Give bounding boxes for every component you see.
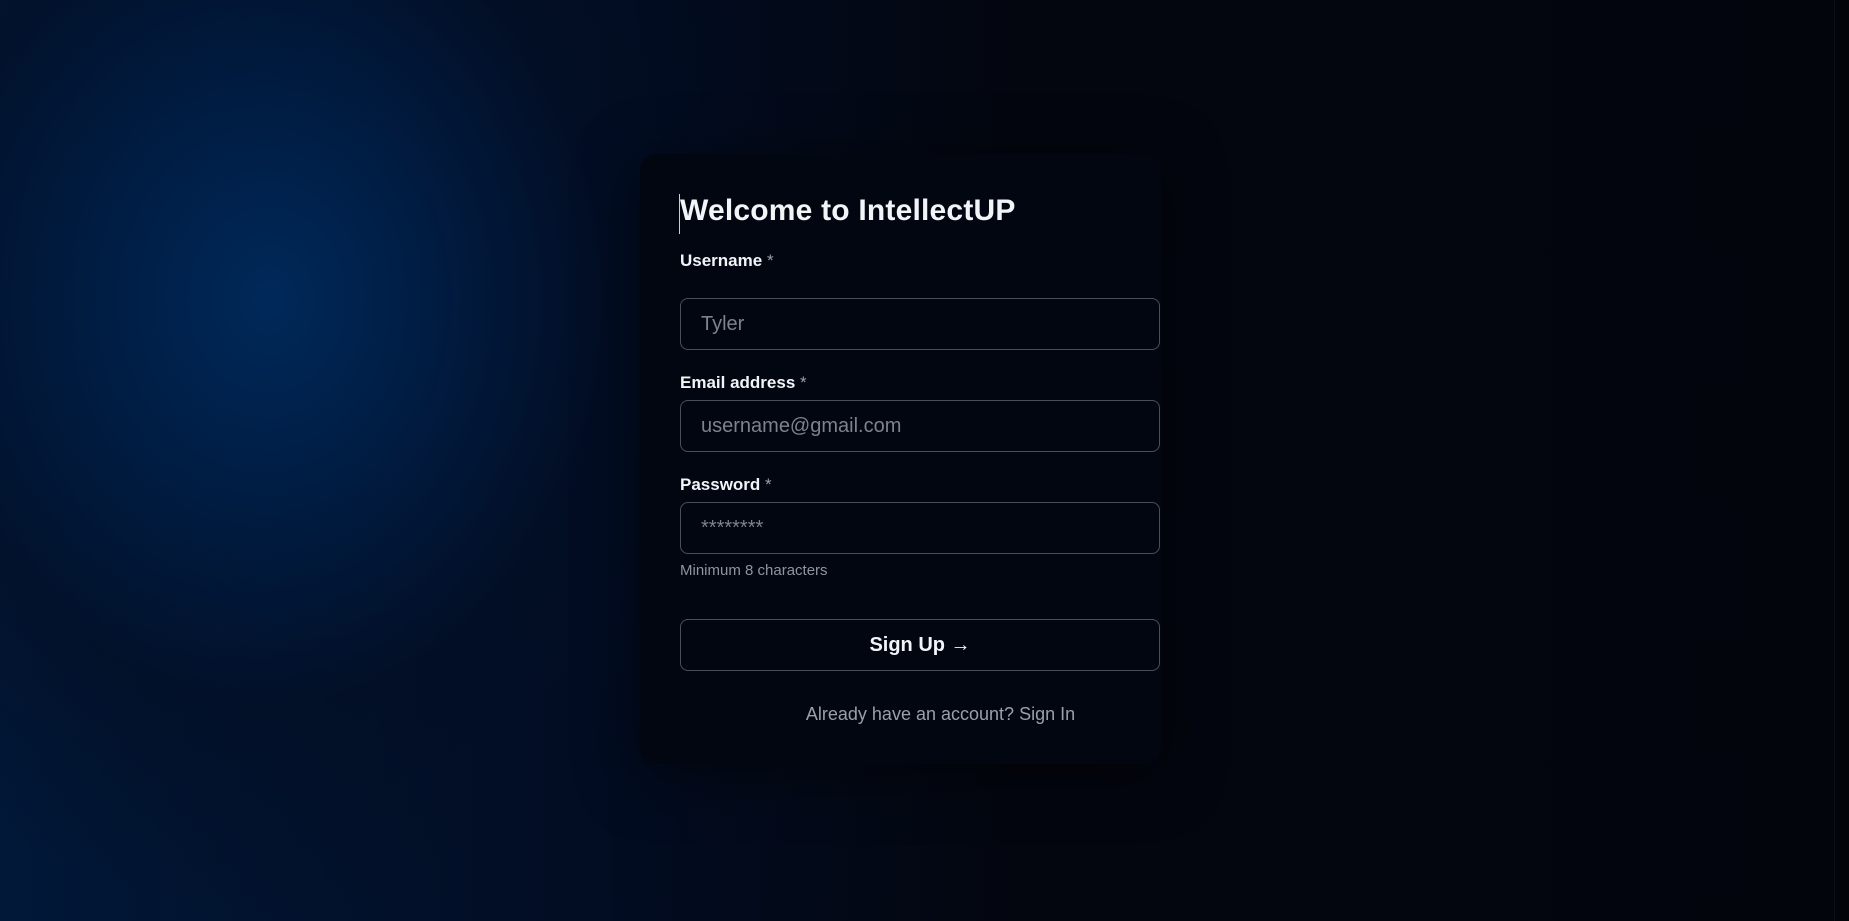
password-required-mark: * [765, 475, 772, 494]
email-label: Email address * [680, 373, 807, 393]
email-label-text: Email address [680, 373, 796, 392]
email-required-mark: * [800, 373, 807, 392]
sign-in-prompt-text: Already have an account? [805, 704, 1015, 724]
username-required-mark: * [766, 251, 774, 270]
password-label-text: Password [680, 475, 761, 494]
username-input[interactable] [680, 298, 1160, 350]
email-input[interactable] [680, 400, 1160, 452]
page-scrollbar[interactable] [1834, 0, 1849, 921]
sign-up-button[interactable]: Sign Up → [680, 619, 1160, 671]
sign-in-prompt: Already have an account? Sign In [640, 704, 1241, 725]
signup-card: Welcome to IntellectUP Username * Email … [640, 154, 1161, 764]
password-hint: Minimum 8 characters [680, 562, 828, 579]
username-label: Username * [680, 251, 774, 271]
sign-in-link[interactable]: Sign In [1019, 704, 1075, 724]
page-title: Welcome to IntellectUP [680, 194, 1016, 227]
password-input[interactable] [680, 502, 1160, 554]
password-label: Password * [680, 475, 772, 495]
username-label-text: Username [680, 251, 763, 270]
